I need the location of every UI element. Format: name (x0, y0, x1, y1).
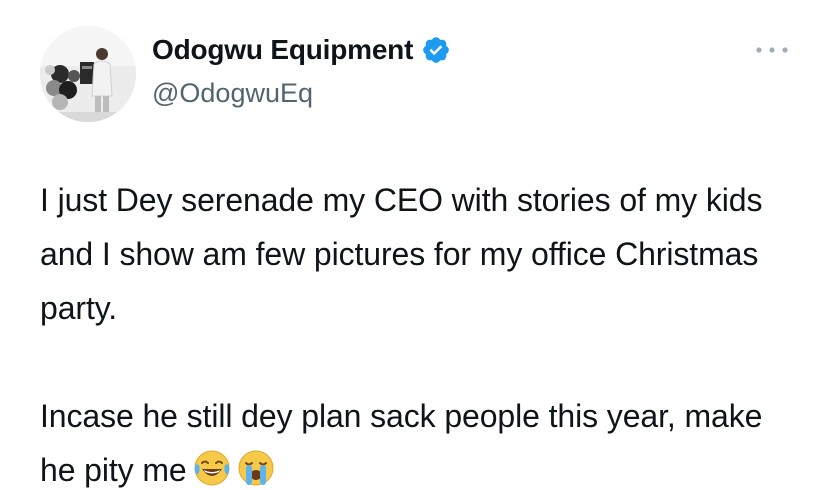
tweet-card: Odogwu Equipment @OdogwuEq I just Dey se… (0, 0, 828, 490)
more-options-icon (755, 41, 789, 59)
author-name-row: Odogwu Equipment (152, 34, 451, 66)
tweet-paragraph-last: Incase he still dey plan sack people thi… (40, 389, 800, 490)
author-handle[interactable]: @OdogwuEq (152, 78, 313, 109)
loudly-crying-face-icon (237, 449, 275, 487)
verified-badge-icon (421, 35, 451, 65)
tweet-paragraph: I just Dey serenade my CEO with stories … (40, 182, 763, 326)
more-options-button[interactable] (752, 36, 792, 64)
tweet-body: I just Dey serenade my CEO with stories … (40, 173, 800, 490)
author-display-name[interactable]: Odogwu Equipment (152, 34, 413, 66)
face-with-tears-of-joy-icon (193, 449, 231, 487)
author-avatar[interactable] (40, 26, 136, 122)
tweet-paragraph-text: Incase he still dey plan sack people thi… (40, 398, 763, 488)
